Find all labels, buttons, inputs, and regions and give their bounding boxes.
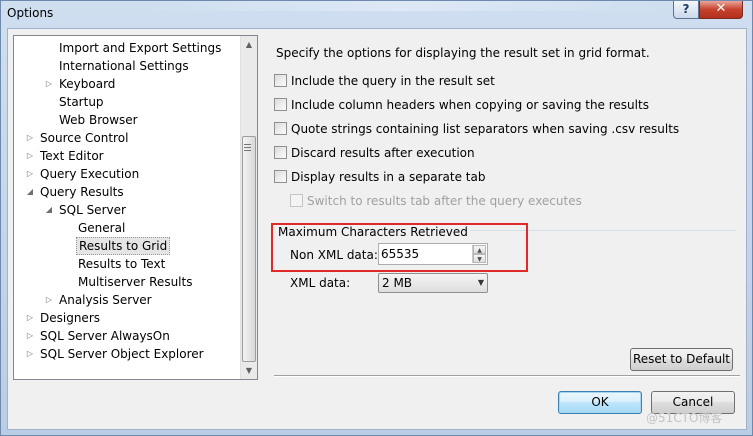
tree-item-label: SQL Server AlwaysOn xyxy=(40,329,170,343)
ok-button[interactable]: OK xyxy=(558,391,642,414)
tree-item[interactable]: ▷ SQL Server AlwaysOn xyxy=(14,327,240,345)
tree-item-label: Startup xyxy=(59,95,104,109)
tree-item[interactable]: International Settings xyxy=(14,57,240,75)
tree-item-label: General xyxy=(78,221,126,235)
tree-item-label: Source Control xyxy=(40,131,129,145)
tree-item[interactable]: Multiserver Results xyxy=(14,273,240,291)
xml-data-select[interactable]: 2 MB ▼ xyxy=(378,273,488,293)
options-tree[interactable]: Import and Export Settings International … xyxy=(13,35,258,380)
window-title: Options xyxy=(7,6,54,20)
tree-item[interactable]: ◢ Query Results xyxy=(14,183,240,201)
collapse-arrow-icon[interactable]: ◢ xyxy=(25,183,35,201)
tree-item[interactable]: ▷ Text Editor xyxy=(14,147,240,165)
reset-to-default-button[interactable]: Reset to Default xyxy=(630,348,733,371)
checkbox-label: Discard results after execution xyxy=(291,146,475,160)
tree-item[interactable]: ▷ Source Control xyxy=(14,129,240,147)
expand-arrow-icon[interactable]: ▷ xyxy=(25,327,35,345)
checkbox[interactable] xyxy=(274,170,287,183)
checkbox-label: Include the query in the result set xyxy=(291,74,495,88)
checkbox-label: Quote strings containing list separators… xyxy=(291,122,680,136)
scroll-thumb[interactable] xyxy=(242,136,256,362)
tree-item-label: Results to Grid xyxy=(76,237,171,255)
checkbox xyxy=(290,194,303,207)
tree-item[interactable]: ▷ Designers xyxy=(14,309,240,327)
expand-arrow-icon[interactable]: ▷ xyxy=(25,147,35,165)
tree-item-label: Designers xyxy=(40,311,100,325)
checkbox-label: Switch to results tab after the query ex… xyxy=(307,194,582,208)
page-description: Specify the options for displaying the r… xyxy=(276,46,650,60)
tree-item[interactable]: Startup xyxy=(14,93,240,111)
title-bar-background xyxy=(141,1,661,11)
xml-data-value: 2 MB xyxy=(382,276,413,290)
expand-arrow-icon[interactable]: ▷ xyxy=(25,345,35,363)
checkbox[interactable] xyxy=(274,98,287,111)
xml-data-label: XML data: xyxy=(290,276,351,290)
options-dialog: Options ? ✕ Import and Export Settings In… xyxy=(0,0,753,436)
grip-icon xyxy=(244,144,251,151)
option-checkbox-row[interactable]: Discard results after execution xyxy=(274,145,475,161)
scroll-down-arrow-icon[interactable]: ▼ xyxy=(241,362,257,379)
tree-item[interactable]: ◢ SQL Server xyxy=(14,201,240,219)
tree-item-label: SQL Server xyxy=(59,203,126,217)
tree-item[interactable]: ▷ Keyboard xyxy=(14,75,240,93)
tree-item-label: SQL Server Object Explorer xyxy=(40,347,204,361)
checkbox[interactable] xyxy=(274,122,287,135)
option-checkbox-row: Switch to results tab after the query ex… xyxy=(290,193,582,209)
expand-arrow-icon[interactable]: ▷ xyxy=(25,129,35,147)
tree-item[interactable]: Results to Grid xyxy=(14,237,240,255)
tree-item-label: Keyboard xyxy=(59,77,116,91)
tree-item-label: Web Browser xyxy=(59,113,138,127)
expand-arrow-icon[interactable]: ▷ xyxy=(44,291,54,309)
tree-item-label: Analysis Server xyxy=(59,293,152,307)
checkbox[interactable] xyxy=(274,74,287,87)
tree-item[interactable]: Import and Export Settings xyxy=(14,39,240,57)
close-button[interactable]: ✕ xyxy=(699,1,743,19)
watermark: @51CTO博客 xyxy=(646,411,723,425)
expand-arrow-icon[interactable]: ▷ xyxy=(25,165,35,183)
tree-item-label: Multiserver Results xyxy=(78,275,193,289)
dialog-client-area: Import and Export Settings International … xyxy=(7,28,747,430)
red-highlight-box xyxy=(271,223,528,272)
tree-item-label: Text Editor xyxy=(40,149,104,163)
tree-item[interactable]: ▷ Analysis Server xyxy=(14,291,240,309)
option-checkbox-row[interactable]: Include the query in the result set xyxy=(274,73,495,89)
title-bar[interactable]: Options ? ✕ xyxy=(1,1,752,27)
scroll-up-arrow-icon[interactable]: ▲ xyxy=(241,36,257,53)
tree-item[interactable]: ▷ SQL Server Object Explorer xyxy=(14,345,240,363)
checkbox[interactable] xyxy=(274,146,287,159)
tree-item-label: Query Results xyxy=(40,185,124,199)
tree-item-label: Query Execution xyxy=(40,167,140,181)
chevron-down-icon: ▼ xyxy=(477,278,484,287)
tree-item-label: International Settings xyxy=(59,59,189,73)
tree-scrollbar[interactable]: ▲ ▼ xyxy=(240,36,257,379)
tree-item[interactable]: Results to Text xyxy=(14,255,240,273)
tree-item-label: Import and Export Settings xyxy=(59,41,222,55)
checkbox-label: Include column headers when copying or s… xyxy=(291,98,649,112)
tree-item[interactable]: General xyxy=(14,219,240,237)
tree-item-label: Results to Text xyxy=(78,257,166,271)
tree-item[interactable]: Web Browser xyxy=(14,111,240,129)
help-button[interactable]: ? xyxy=(673,1,699,19)
collapse-arrow-icon[interactable]: ◢ xyxy=(44,201,54,219)
option-checkbox-row[interactable]: Include column headers when copying or s… xyxy=(274,97,649,113)
tree-item[interactable]: ▷ Query Execution xyxy=(14,165,240,183)
option-checkbox-row[interactable]: Quote strings containing list separators… xyxy=(274,121,679,137)
checkbox-label: Display results in a separate tab xyxy=(291,170,486,184)
footer-divider xyxy=(274,375,740,377)
expand-arrow-icon[interactable]: ▷ xyxy=(25,309,35,327)
option-checkbox-row[interactable]: Display results in a separate tab xyxy=(274,169,485,185)
expand-arrow-icon[interactable]: ▷ xyxy=(44,75,54,93)
